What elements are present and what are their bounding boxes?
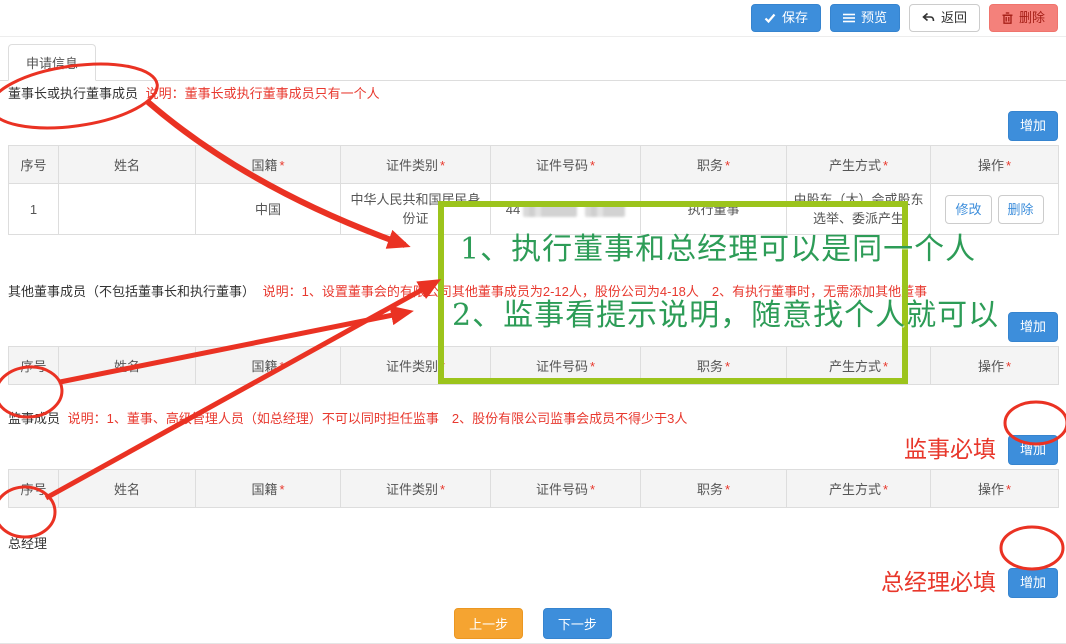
back-button[interactable]: 返回 [909,4,980,32]
trash-icon [1002,12,1013,24]
col-header-id-number: 证件号码* [491,470,641,508]
table-header-row: 序号 姓名 国籍* 证件类别* 证件号码* 职务* 产生方式* 操作* [9,347,1059,385]
add-general-manager-button[interactable]: 增加 [1008,568,1058,598]
col-header-method: 产生方式* [787,146,931,184]
col-header-position: 职务* [641,146,787,184]
general-manager-required-hint: 总经理必填 [881,571,996,595]
col-header-nationality: 国籍* [196,347,341,385]
col-header-operation: 操作* [931,146,1059,184]
cell-nationality: 中国 [196,184,341,235]
section-general-manager-title: 总经理 [8,536,47,551]
footer: 上一步 下一步 [0,608,1066,644]
cell-position: 执行董事 [641,184,787,235]
save-button[interactable]: 保存 [751,4,821,32]
cell-method: 由股东（大）会或股东选举、委派产生 [787,184,931,235]
back-arrow-icon [922,12,935,24]
cell-id-number: 44 [491,184,641,235]
section-supervisors-title: 监事成员 [8,411,60,426]
section-general-manager-heading: 总经理 [8,536,1058,552]
preview-button[interactable]: 预览 [830,4,900,32]
table-header-row: 序号 姓名 国籍* 证件类别* 证件号码* 职务* 产生方式* 操作* [9,146,1059,184]
top-toolbar: 保存 预览 返回 删除 [0,0,1066,37]
col-header-id-type: 证件类别* [341,347,491,385]
save-button-label: 保存 [782,10,808,26]
col-header-id-number: 证件号码* [491,347,641,385]
section-director-title: 董事长或执行董事成员 [8,86,138,101]
col-header-id-number: 证件号码* [491,146,641,184]
section-other-directors-heading: 其他董事成员（不包括董事长和执行董事） 说明：1、设置董事会的有限公司其他董事成… [8,284,1058,300]
col-header-nationality: 国籍* [196,470,341,508]
cell-seq: 1 [9,184,59,235]
col-header-id-type: 证件类别* [341,146,491,184]
delete-row-button[interactable]: 删除 [998,195,1044,224]
col-header-name: 姓名 [59,470,196,508]
col-header-operation: 操作* [931,470,1059,508]
tab-label: 申请信息 [26,56,78,71]
add-other-director-button[interactable]: 增加 [1008,312,1058,342]
director-table: 序号 姓名 国籍* 证件类别* 证件号码* 职务* 产生方式* 操作* 1 中国… [8,145,1059,235]
supervisor-required-hint: 监事必填 [904,438,996,462]
cell-name [59,184,196,235]
preview-button-label: 预览 [861,10,887,26]
delete-button[interactable]: 删除 [989,4,1058,32]
add-director-button[interactable]: 增加 [1008,111,1058,141]
col-header-method: 产生方式* [787,347,931,385]
supervisors-table: 序号 姓名 国籍* 证件类别* 证件号码* 职务* 产生方式* 操作* [8,469,1059,508]
delete-button-label: 删除 [1019,10,1045,26]
section-supervisors-note: 说明：1、董事、高级管理人员（如总经理）不可以同时担任监事 2、股份有限公司监事… [68,411,688,426]
next-step-button[interactable]: 下一步 [543,608,612,639]
tab-application-info[interactable]: 申请信息 [8,44,96,81]
back-button-label: 返回 [941,10,967,26]
list-icon [843,12,855,24]
other-directors-table: 序号 姓名 国籍* 证件类别* 证件号码* 职务* 产生方式* 操作* [8,346,1059,385]
check-icon [764,12,776,24]
col-header-seq: 序号 [9,470,59,508]
tab-bar: 申请信息 [0,37,1066,81]
previous-step-button[interactable]: 上一步 [454,608,523,639]
col-header-name: 姓名 [59,146,196,184]
col-header-seq: 序号 [9,146,59,184]
redacted-id-digits [523,204,577,217]
section-other-directors-title: 其他董事成员（不包括董事长和执行董事） [8,284,255,299]
col-header-seq: 序号 [9,347,59,385]
col-header-method: 产生方式* [787,470,931,508]
director-table-row: 1 中国 中华人民共和国居民身份证 44 执行董事 由股东（大）会或股东选举、委… [9,184,1059,235]
col-header-id-type: 证件类别* [341,470,491,508]
add-supervisor-button[interactable]: 增加 [1008,435,1058,465]
cell-operation: 修改删除 [931,184,1059,235]
col-header-name: 姓名 [59,347,196,385]
col-header-position: 职务* [641,347,787,385]
section-other-directors-note: 说明：1、设置董事会的有限公司其他董事成员为2-12人，股份公司为4-18人 2… [263,284,928,299]
col-header-operation: 操作* [931,347,1059,385]
edit-row-button[interactable]: 修改 [945,195,991,224]
section-director-note: 说明：董事长或执行董事成员只有一个人 [146,86,380,101]
section-director-heading: 董事长或执行董事成员 说明：董事长或执行董事成员只有一个人 [8,86,1058,102]
col-header-nationality: 国籍* [196,146,341,184]
col-header-position: 职务* [641,470,787,508]
table-header-row: 序号 姓名 国籍* 证件类别* 证件号码* 职务* 产生方式* 操作* [9,470,1059,508]
redacted-id-digits [585,204,625,217]
cell-id-type: 中华人民共和国居民身份证 [341,184,491,235]
section-supervisors-heading: 监事成员 说明：1、董事、高级管理人员（如总经理）不可以同时担任监事 2、股份有… [8,411,1058,427]
